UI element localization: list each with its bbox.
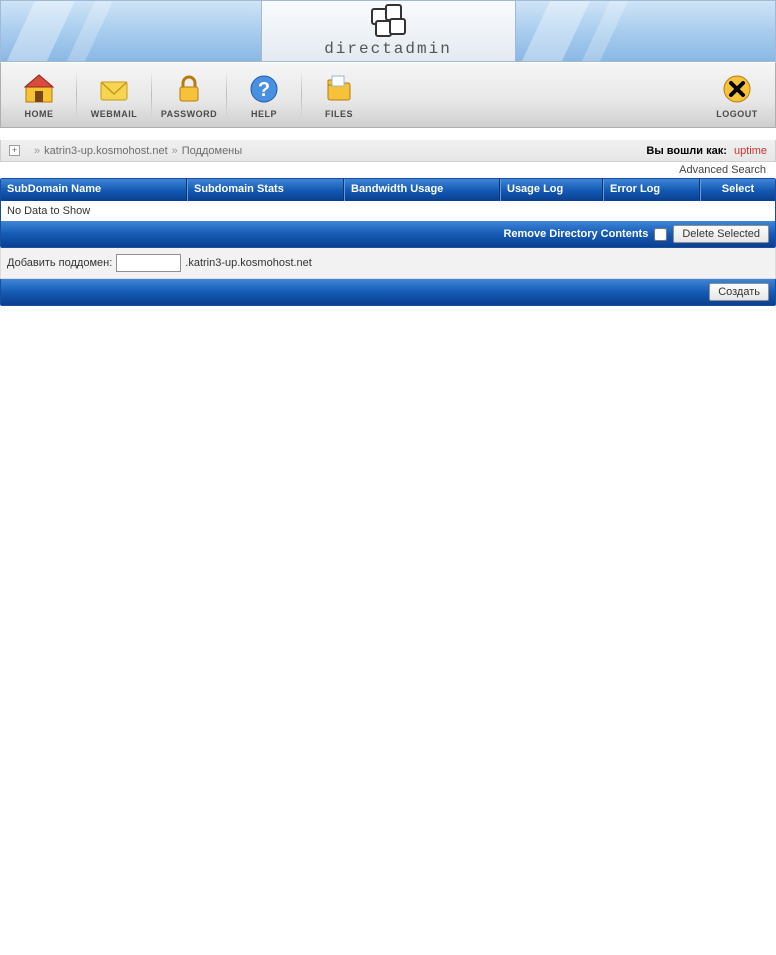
files-icon — [322, 72, 356, 106]
delete-selected-button[interactable]: Delete Selected — [673, 225, 769, 243]
breadcrumb: + » katrin3-up.kosmohost.net » Поддомены… — [0, 140, 776, 162]
logout-button[interactable]: LOGOUT — [701, 65, 773, 125]
password-label: PASSWORD — [161, 109, 217, 119]
add-subdomain-form: Добавить поддомен: .katrin3-up.kosmohost… — [0, 248, 776, 279]
top-banner: directadmin — [0, 0, 776, 62]
brand-text: directadmin — [324, 40, 452, 58]
remove-contents-checkbox[interactable] — [654, 228, 667, 241]
col-name-header[interactable]: SubDomain Name — [1, 179, 187, 201]
banner-right-decoration — [516, 1, 776, 61]
lock-icon — [172, 72, 206, 106]
col-error-header[interactable]: Error Log — [603, 179, 700, 201]
create-button[interactable]: Создать — [709, 283, 769, 301]
breadcrumb-domain[interactable]: katrin3-up.kosmohost.net — [44, 145, 168, 157]
main-toolbar: HOME WEBMAIL PASSWORD ? HELP FILES LOGOU… — [0, 62, 776, 128]
current-user-link[interactable]: uptime — [734, 145, 767, 157]
files-label: FILES — [325, 109, 353, 119]
banner-left-decoration — [1, 1, 261, 61]
help-button[interactable]: ? HELP — [228, 65, 300, 125]
webmail-button[interactable]: WEBMAIL — [78, 65, 150, 125]
logout-icon — [720, 72, 754, 106]
col-usage-header[interactable]: Usage Log — [500, 179, 603, 201]
breadcrumb-section: Поддомены — [182, 145, 242, 157]
col-bandwidth-header[interactable]: Bandwidth Usage — [344, 179, 500, 201]
subdomain-input[interactable] — [116, 254, 181, 272]
brand-panel: directadmin — [261, 1, 516, 61]
webmail-label: WEBMAIL — [91, 109, 138, 119]
home-button[interactable]: HOME — [3, 65, 75, 125]
remove-contents-label: Remove Directory Contents — [503, 228, 648, 240]
add-subdomain-label: Добавить поддомен: — [7, 257, 112, 269]
expand-icon[interactable]: + — [9, 145, 20, 156]
no-data-row: No Data to Show — [1, 201, 775, 221]
table-header-row: SubDomain Name Subdomain Stats Bandwidth… — [1, 179, 775, 201]
files-button[interactable]: FILES — [303, 65, 375, 125]
table-actions: Remove Directory Contents Delete Selecte… — [1, 221, 775, 247]
advanced-search-link[interactable]: Advanced Search — [0, 162, 776, 178]
col-stats-header[interactable]: Subdomain Stats — [187, 179, 344, 201]
home-label: HOME — [25, 109, 54, 119]
logout-label: LOGOUT — [716, 109, 758, 119]
subdomain-table: SubDomain Name Subdomain Stats Bandwidth… — [0, 178, 776, 248]
logged-in-label: Вы вошли как: uptime — [646, 145, 767, 157]
home-icon — [22, 72, 56, 106]
col-select-header[interactable]: Select — [700, 179, 775, 201]
create-subdomain-bar: Создать — [0, 279, 776, 306]
domain-suffix: .katrin3-up.kosmohost.net — [185, 257, 312, 269]
svg-text:?: ? — [258, 79, 270, 101]
logo-icon — [371, 4, 405, 38]
password-button[interactable]: PASSWORD — [153, 65, 225, 125]
help-icon: ? — [247, 72, 281, 106]
mail-icon — [97, 72, 131, 106]
help-label: HELP — [251, 109, 277, 119]
